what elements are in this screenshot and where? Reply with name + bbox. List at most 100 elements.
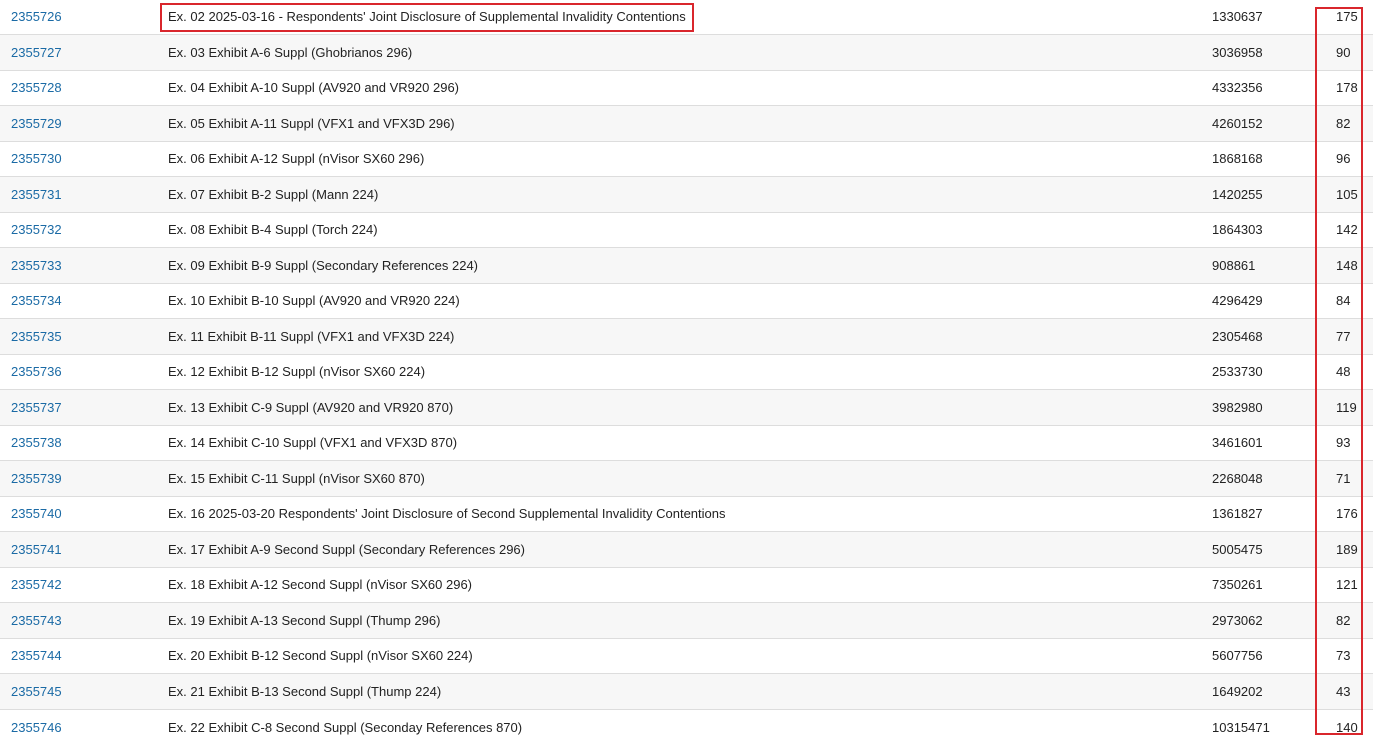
doc-id-link[interactable]: 2355737 — [11, 400, 62, 415]
doc-id-link[interactable]: 2355729 — [11, 116, 62, 131]
doc-pages: 105 — [1336, 186, 1358, 202]
doc-pages: 178 — [1336, 80, 1358, 96]
doc-description: Ex. 04 Exhibit A-10 Suppl (AV920 and VR9… — [168, 80, 460, 96]
doc-pages: 43 — [1336, 683, 1351, 699]
doc-description: Ex. 17 Exhibit A-9 Second Suppl (Seconda… — [168, 541, 525, 557]
table-row: 2355743 Ex. 19 Exhibit A-13 Second Suppl… — [0, 602, 1373, 639]
doc-id-link[interactable]: 2355730 — [11, 151, 62, 166]
doc-pages: 82 — [1336, 612, 1351, 628]
doc-pages: 148 — [1336, 257, 1358, 273]
table-row: 2355726 Ex. 02 2025-03-16 - Respondents'… — [0, 0, 1373, 35]
doc-size: 7350261 — [1212, 577, 1263, 593]
doc-size: 5607756 — [1212, 648, 1263, 664]
doc-id-cell: 2355730 — [0, 141, 168, 177]
doc-description: Ex. 16 2025-03-20 Respondents' Joint Dis… — [168, 506, 726, 522]
doc-description: Ex. 15 Exhibit C-11 Suppl (nVisor SX60 8… — [168, 470, 425, 486]
doc-id-link[interactable]: 2355733 — [11, 258, 62, 273]
doc-description: Ex. 19 Exhibit A-13 Second Suppl (Thump … — [168, 612, 441, 628]
doc-size: 4332356 — [1212, 80, 1263, 96]
doc-size: 2973062 — [1212, 612, 1263, 628]
doc-pages: 71 — [1336, 470, 1351, 486]
doc-size: 1868168 — [1212, 151, 1263, 167]
table-row: 2355740 Ex. 16 2025-03-20 Respondents' J… — [0, 496, 1373, 532]
table-row: 2355742 Ex. 18 Exhibit A-12 Second Suppl… — [0, 567, 1373, 603]
doc-id-link[interactable]: 2355732 — [11, 222, 62, 237]
doc-id-link[interactable]: 2355731 — [11, 187, 62, 202]
doc-pages: 77 — [1336, 328, 1351, 344]
doc-id-cell: 2355732 — [0, 212, 168, 248]
table-row: 2355737 Ex. 13 Exhibit C-9 Suppl (AV920 … — [0, 389, 1373, 425]
doc-pages: 84 — [1336, 293, 1351, 309]
doc-description: Ex. 05 Exhibit A-11 Suppl (VFX1 and VFX3… — [168, 115, 455, 131]
doc-id-link[interactable]: 2355740 — [11, 506, 62, 521]
doc-id-link[interactable]: 2355744 — [11, 648, 62, 663]
doc-size: 3036958 — [1212, 44, 1263, 60]
doc-size: 908861 — [1212, 257, 1256, 273]
doc-id-cell: 2355731 — [0, 177, 168, 213]
doc-id-cell: 2355745 — [0, 674, 168, 710]
doc-id-cell: 2355746 — [0, 709, 168, 745]
doc-id-link[interactable]: 2355739 — [11, 471, 62, 486]
doc-id-link[interactable]: 2355736 — [11, 364, 62, 379]
doc-id-link[interactable]: 2355734 — [11, 293, 62, 308]
table-row: 2355745 Ex. 21 Exhibit B-13 Second Suppl… — [0, 673, 1373, 710]
doc-id-link[interactable]: 2355741 — [11, 542, 62, 557]
doc-size: 2305468 — [1212, 328, 1263, 344]
doc-id-cell: 2355727 — [0, 35, 168, 71]
doc-id-link[interactable]: 2355728 — [11, 80, 62, 95]
table-row: 2355730 Ex. 06 Exhibit A-12 Suppl (nViso… — [0, 141, 1373, 177]
doc-description: Ex. 20 Exhibit B-12 Second Suppl (nVisor… — [168, 648, 473, 664]
doc-pages: 48 — [1336, 364, 1351, 380]
doc-pages: 90 — [1336, 44, 1351, 60]
doc-id-cell: 2355739 — [0, 461, 168, 497]
doc-pages: 176 — [1336, 506, 1358, 522]
doc-description: Ex. 22 Exhibit C-8 Second Suppl (Seconda… — [168, 719, 523, 735]
doc-id-cell: 2355744 — [0, 638, 168, 674]
table-row: 2355739 Ex. 15 Exhibit C-11 Suppl (nViso… — [0, 460, 1373, 497]
doc-id-link[interactable]: 2355727 — [11, 45, 62, 60]
doc-pages: 142 — [1336, 222, 1358, 238]
doc-size: 4260152 — [1212, 115, 1263, 131]
doc-id-cell: 2355738 — [0, 425, 168, 461]
doc-pages: 175 — [1336, 9, 1358, 24]
doc-description: Ex. 10 Exhibit B-10 Suppl (AV920 and VR9… — [168, 293, 460, 309]
doc-id-cell: 2355741 — [0, 532, 168, 568]
doc-id-link[interactable]: 2355738 — [11, 435, 62, 450]
doc-id-link[interactable]: 2355726 — [11, 9, 62, 24]
doc-description: Ex. 21 Exhibit B-13 Second Suppl (Thump … — [168, 683, 442, 699]
doc-id-link[interactable]: 2355746 — [11, 720, 62, 735]
doc-id-cell: 2355740 — [0, 496, 168, 532]
table-row: 2355728 Ex. 04 Exhibit A-10 Suppl (AV920… — [0, 70, 1373, 106]
doc-id-cell: 2355735 — [0, 319, 168, 355]
doc-id-cell: 2355742 — [0, 567, 168, 603]
table-row: 2355729 Ex. 05 Exhibit A-11 Suppl (VFX1 … — [0, 105, 1373, 141]
table-row: 2355731 Ex. 07 Exhibit B-2 Suppl (Mann 2… — [0, 176, 1373, 213]
doc-id-cell: 2355726 — [0, 0, 168, 35]
doc-pages: 121 — [1336, 577, 1358, 593]
doc-pages: 73 — [1336, 648, 1351, 664]
doc-id-cell: 2355728 — [0, 70, 168, 106]
doc-size: 1420255 — [1212, 186, 1263, 202]
doc-size: 1361827 — [1212, 506, 1263, 522]
table-row: 2355741 Ex. 17 Exhibit A-9 Second Suppl … — [0, 531, 1373, 568]
doc-description: Ex. 12 Exhibit B-12 Suppl (nVisor SX60 2… — [168, 364, 426, 380]
doc-id-link[interactable]: 2355745 — [11, 684, 62, 699]
doc-description: Ex. 03 Exhibit A-6 Suppl (Ghobrianos 296… — [168, 44, 413, 60]
doc-size: 2268048 — [1212, 470, 1263, 486]
table-row: 2355727 Ex. 03 Exhibit A-6 Suppl (Ghobri… — [0, 34, 1373, 71]
doc-description: Ex. 09 Exhibit B-9 Suppl (Secondary Refe… — [168, 257, 479, 273]
doc-description: Ex. 06 Exhibit A-12 Suppl (nVisor SX60 2… — [168, 151, 425, 167]
doc-description: Ex. 02 2025-03-16 - Respondents' Joint D… — [168, 9, 686, 24]
doc-size: 1649202 — [1212, 683, 1263, 699]
doc-id-link[interactable]: 2355742 — [11, 577, 62, 592]
doc-id-link[interactable]: 2355743 — [11, 613, 62, 628]
doc-size: 3982980 — [1212, 399, 1263, 415]
doc-description: Ex. 08 Exhibit B-4 Suppl (Torch 224) — [168, 222, 378, 238]
doc-description: Ex. 07 Exhibit B-2 Suppl (Mann 224) — [168, 186, 379, 202]
documents-table: 2355726 Ex. 02 2025-03-16 - Respondents'… — [0, 0, 1373, 745]
doc-description: Ex. 11 Exhibit B-11 Suppl (VFX1 and VFX3… — [168, 328, 455, 344]
doc-id-link[interactable]: 2355735 — [11, 329, 62, 344]
doc-id-cell: 2355743 — [0, 603, 168, 639]
doc-description: Ex. 18 Exhibit A-12 Second Suppl (nVisor… — [168, 577, 473, 593]
doc-size: 2533730 — [1212, 364, 1263, 380]
